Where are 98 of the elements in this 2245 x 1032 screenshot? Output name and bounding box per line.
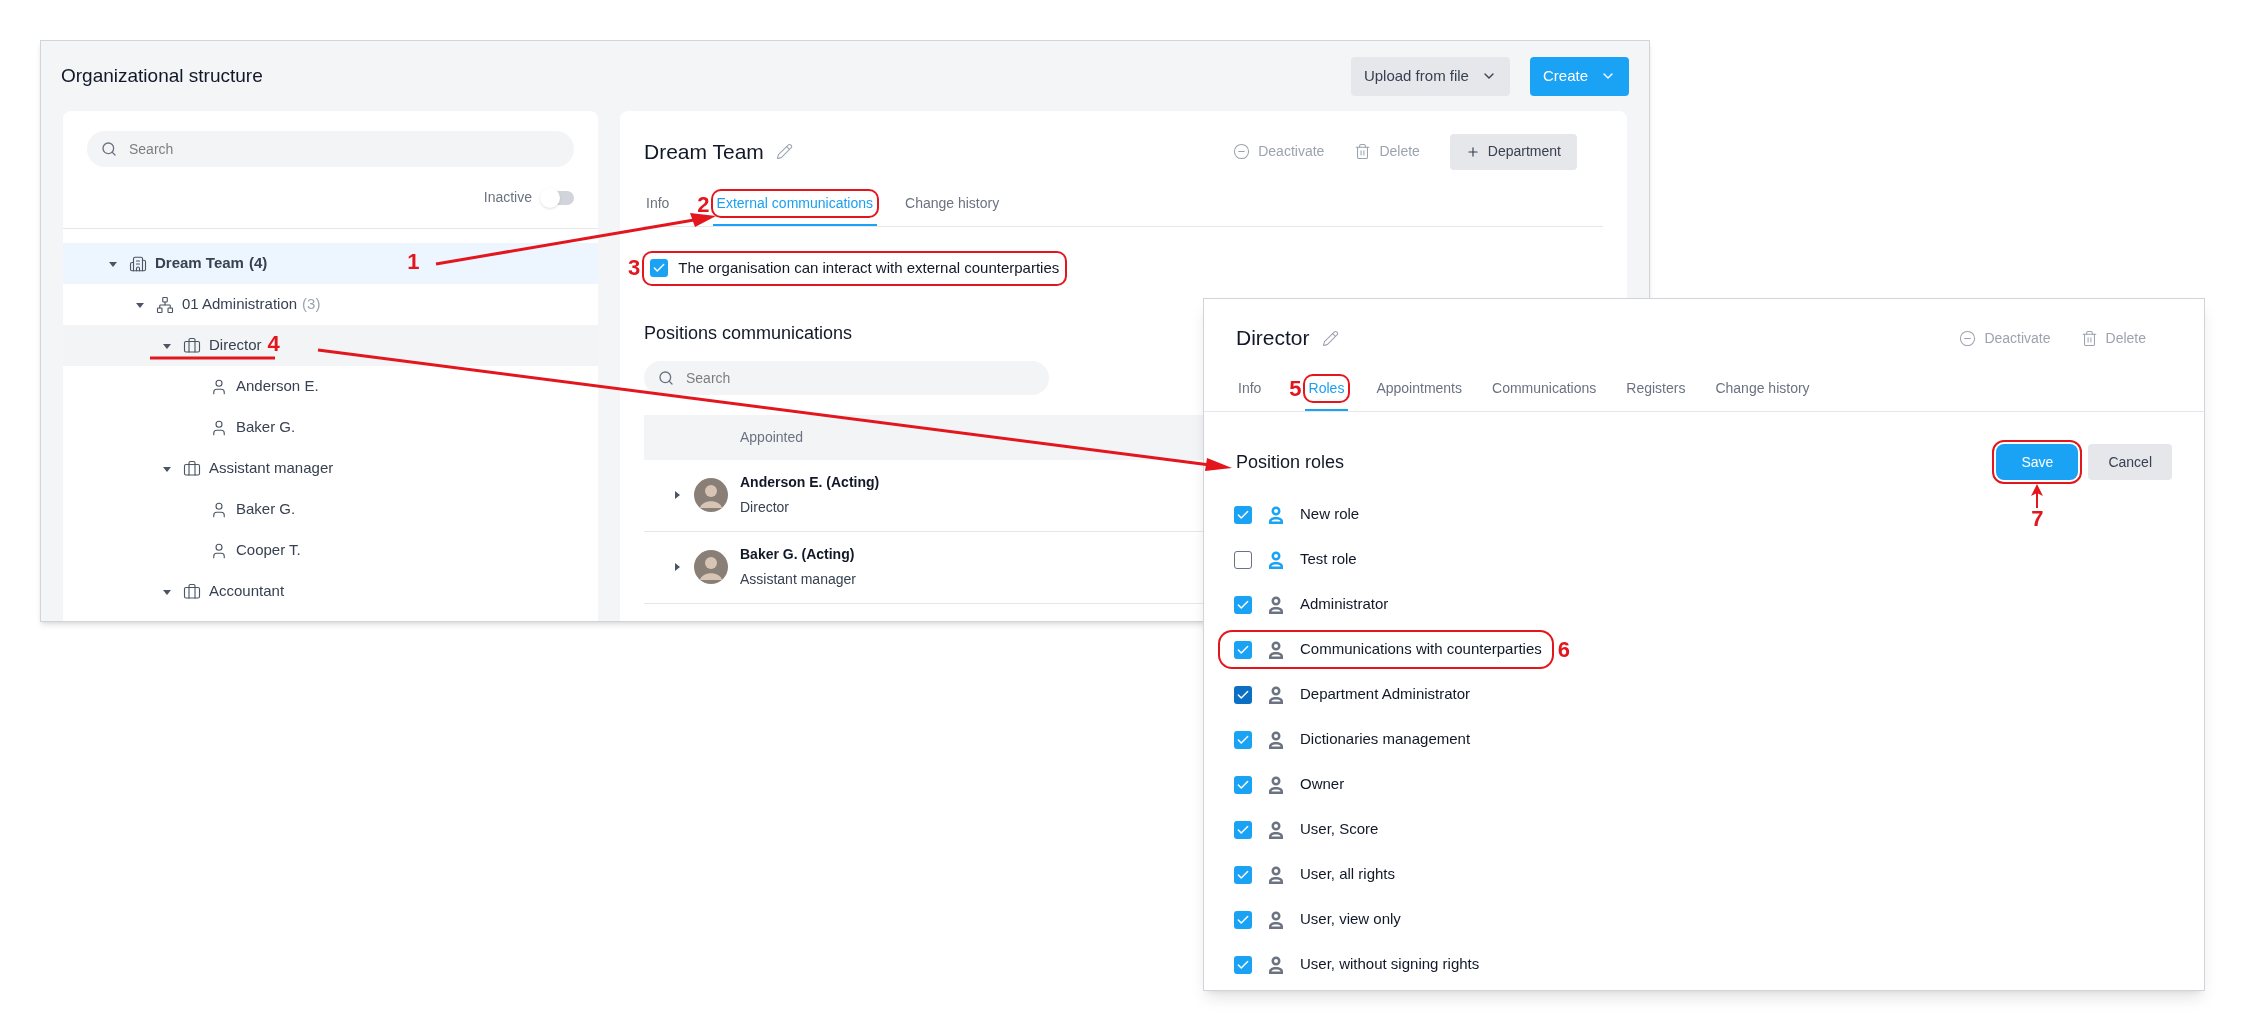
tree-item[interactable]: Cooper T. — [63, 530, 598, 571]
person-icon — [210, 377, 228, 396]
person-icon — [210, 541, 228, 560]
checkbox[interactable] — [1234, 730, 1252, 749]
checkbox-row[interactable]: The organisation can interact with external counterparties — [644, 253, 1066, 284]
role-item[interactable]: User, all rights — [1220, 857, 1406, 892]
role-item[interactable]: User, without signing rights — [1220, 947, 1490, 982]
tree-label: Anderson E. — [236, 376, 319, 397]
search-icon — [101, 141, 117, 157]
person-name: Anderson E. (Acting) — [740, 473, 880, 492]
role-item[interactable]: User, Score — [1220, 812, 1389, 847]
caret-icon[interactable] — [672, 562, 682, 572]
tab[interactable]: Appointments — [1374, 377, 1464, 399]
checkbox[interactable] — [1234, 505, 1252, 524]
tab[interactable]: Change history — [1713, 377, 1812, 399]
tree-label: Accountant — [209, 581, 285, 602]
section-title: Position roles — [1236, 450, 1345, 474]
callout-number: 3 — [628, 257, 641, 280]
role-item[interactable]: Dictionaries management — [1220, 722, 1481, 757]
role-item[interactable]: Department Administrator — [1220, 677, 1481, 712]
callout-number: 4 — [267, 331, 280, 356]
section-title: Positions communications — [644, 321, 853, 345]
toggle-switch[interactable] — [542, 190, 574, 205]
avatar — [694, 550, 728, 584]
tree-count: (3) — [302, 294, 321, 315]
role-item[interactable]: Owner — [1220, 767, 1355, 802]
checkbox[interactable] — [1234, 865, 1252, 884]
avatar — [694, 478, 728, 512]
upload-button[interactable]: Upload from file — [1350, 56, 1510, 96]
detail-title: Dream Team — [644, 138, 764, 165]
caret-icon[interactable] — [672, 490, 682, 500]
checkbox[interactable] — [1234, 820, 1252, 839]
column-header: Appointed — [740, 427, 804, 447]
tree-item[interactable]: Dream Team (4) 1 — [63, 243, 598, 284]
checkbox[interactable] — [1234, 595, 1252, 614]
role-item[interactable]: User, view only — [1220, 902, 1411, 937]
minus-circle-icon — [1959, 329, 1977, 347]
pencil-icon[interactable] — [1321, 329, 1339, 347]
tree-item[interactable]: Accountant — [63, 571, 598, 612]
tab[interactable]: Communications — [1490, 377, 1599, 399]
tree-item[interactable]: Baker G. — [63, 407, 598, 448]
role-item[interactable]: New role — [1220, 497, 1370, 532]
tab[interactable]: Change history — [903, 193, 1002, 214]
tree-label: Director — [209, 335, 262, 356]
cancel-button[interactable]: Cancel — [2088, 444, 2172, 480]
role-item[interactable]: Administrator — [1220, 587, 1399, 622]
plus-icon — [1465, 144, 1480, 159]
tree-item[interactable]: Anderson E. — [63, 366, 598, 407]
search-field[interactable]: Search — [644, 360, 1049, 395]
tree-item[interactable]: Assistant manager — [63, 448, 598, 489]
callout-number: 5 — [1289, 378, 1302, 400]
pencil-icon[interactable] — [775, 143, 793, 160]
search-field[interactable]: Search — [87, 131, 574, 167]
tab[interactable]: Registers — [1624, 377, 1688, 399]
callout-number: 7 — [2031, 508, 2044, 530]
position-name: Director — [740, 498, 790, 517]
window-title: Organizational structure — [61, 63, 263, 88]
search-icon — [658, 369, 674, 386]
briefcase-icon — [183, 336, 201, 355]
tree-label: Dream Team — [155, 253, 244, 274]
tree-label: Assistant manager — [209, 458, 334, 479]
tree-item[interactable]: Baker G. — [63, 489, 598, 530]
trash-icon — [2080, 329, 2098, 347]
window-title: Director — [1236, 325, 1310, 352]
checkbox[interactable] — [650, 259, 669, 278]
tree-label: 01 Administration — [182, 294, 298, 315]
checkbox[interactable] — [1234, 910, 1252, 929]
trash-icon — [1354, 143, 1372, 160]
tree-label: Baker G. — [236, 417, 296, 438]
position-name: Assistant manager — [740, 570, 856, 589]
person-icon — [210, 500, 228, 519]
person-icon — [210, 418, 228, 437]
checkbox[interactable] — [1234, 775, 1252, 794]
building-icon — [129, 254, 147, 273]
add-department-button[interactable]: Department — [1449, 133, 1577, 170]
tree-label: Cooper T. — [236, 540, 301, 561]
callout-arrow — [2030, 484, 2045, 508]
role-item[interactable]: Communications with counterparties — [1220, 632, 1552, 667]
callout-number: 1 — [407, 249, 420, 274]
person-name: Baker G. (Acting) — [740, 545, 856, 564]
tree-item[interactable]: 01 Administration (3) — [63, 284, 598, 325]
network-icon — [156, 295, 174, 314]
tab[interactable]: Info — [644, 193, 672, 214]
checkbox[interactable] — [1234, 685, 1252, 704]
callout-number: 6 — [1557, 638, 1571, 661]
briefcase-icon — [183, 459, 201, 478]
toggle-label: Inactive — [483, 188, 532, 207]
checkbox[interactable] — [1234, 640, 1252, 659]
callout-number: 2 — [697, 193, 710, 216]
tree-count: (4) — [248, 253, 268, 274]
checkbox[interactable] — [1234, 550, 1252, 569]
minus-circle-icon — [1233, 143, 1251, 160]
briefcase-icon — [183, 582, 201, 601]
checkbox[interactable] — [1234, 955, 1252, 974]
tree-label: Baker G. — [236, 499, 296, 520]
tab[interactable]: Info — [1236, 377, 1264, 399]
role-item[interactable]: Test role — [1220, 542, 1367, 577]
tree-item[interactable]: Director 4 — [63, 325, 598, 366]
